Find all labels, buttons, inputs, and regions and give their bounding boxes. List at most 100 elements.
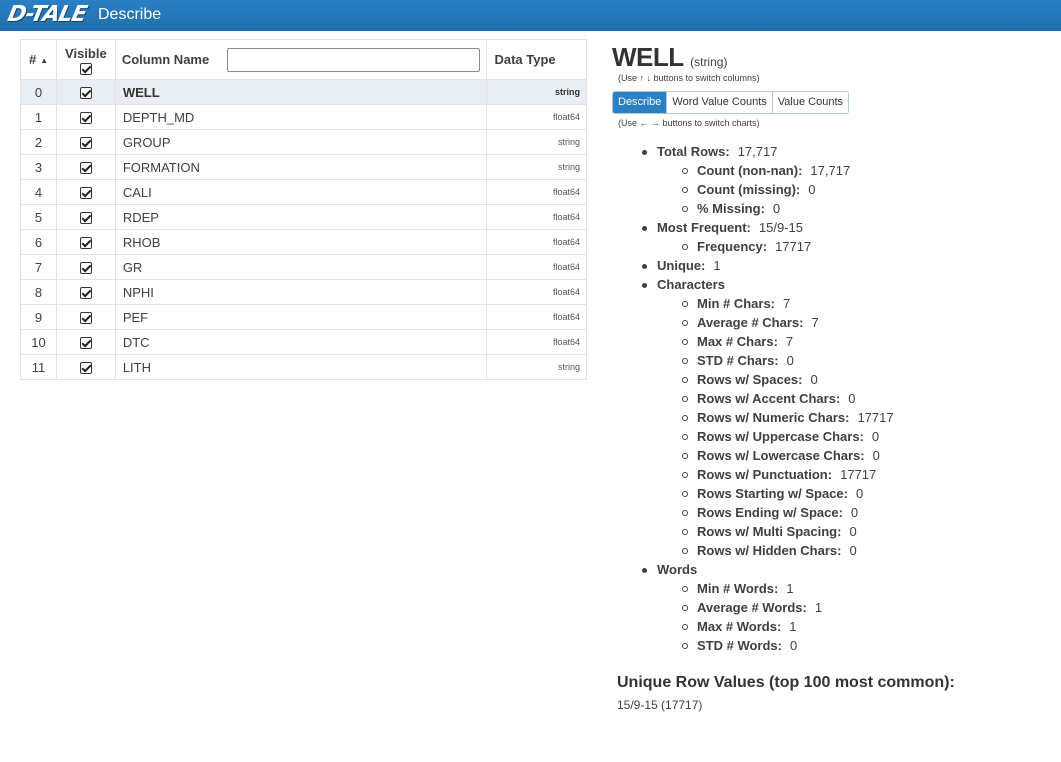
bullet-icon (682, 415, 688, 421)
stat-item: STD # Words: 0 (612, 636, 1052, 655)
bullet-icon (682, 339, 688, 345)
sort-asc-icon: ▲ (40, 56, 49, 65)
visible-checkbox[interactable] (79, 312, 92, 325)
switch-charts-hint: (Use ← → buttons to switch charts) (618, 118, 760, 128)
row-column-name[interactable]: CALI (114, 179, 488, 205)
row-data-type: float64 (486, 229, 587, 255)
visible-checkbox[interactable] (79, 112, 92, 125)
row-column-name[interactable]: RHOB (114, 229, 488, 255)
toggle-all-visible-checkbox[interactable] (79, 63, 92, 76)
stat-label: Max # Chars: (697, 334, 778, 349)
visible-checkbox[interactable] (79, 337, 92, 350)
row-column-name[interactable]: GR (114, 254, 488, 280)
table-row[interactable]: 5 RDEP float64 (20, 204, 587, 230)
dtype-column-header: Data Type (486, 39, 587, 80)
tab-describe[interactable]: Describe (613, 92, 668, 113)
visible-checkbox[interactable] (79, 237, 92, 250)
stat-label: STD # Chars: (697, 353, 779, 368)
table-row[interactable]: 11 LITH string (20, 354, 587, 380)
row-column-name[interactable]: GROUP (114, 129, 488, 155)
table-row[interactable]: 8 NPHI float64 (20, 279, 587, 305)
stat-value: 17,717 (737, 144, 778, 159)
describe-stats-list: Total Rows: 17,717 Count (non-nan): 17,717 C… (612, 142, 1052, 655)
row-index: 0 (20, 79, 57, 105)
visible-checkbox[interactable] (79, 212, 92, 225)
row-column-name[interactable]: DEPTH_MD (114, 104, 488, 130)
row-data-type: string (486, 154, 587, 180)
stat-value: 0 (810, 372, 818, 387)
stat-value: 17,717 (810, 163, 851, 178)
stat-label: Count (missing): (697, 182, 801, 197)
table-row[interactable]: 4 CALI float64 (20, 179, 587, 205)
stat-item: Words (612, 560, 1052, 579)
dtale-logo[interactable]: D-TALE (5, 2, 88, 27)
stat-value: 1 (786, 581, 794, 596)
stat-item: Max # Words: 1 (612, 617, 1052, 636)
visible-checkbox[interactable] (79, 87, 92, 100)
row-visible-cell (55, 179, 116, 205)
visible-checkbox[interactable] (79, 287, 92, 300)
bullet-icon (642, 150, 647, 155)
visible-checkbox[interactable] (79, 137, 92, 150)
column-name-filter-input[interactable] (227, 47, 481, 72)
table-row[interactable]: 0 WELL string (20, 79, 587, 105)
row-column-name[interactable]: PEF (114, 304, 488, 330)
table-row[interactable]: 10 DTC float64 (20, 329, 587, 355)
row-column-name[interactable]: LITH (114, 354, 488, 380)
stat-value: 0 (871, 429, 880, 444)
tab-word-value-counts[interactable]: Word Value Counts (667, 92, 773, 113)
stat-label: Rows w/ Numeric Chars: (697, 410, 850, 425)
table-row[interactable]: 9 PEF float64 (20, 304, 587, 330)
bullet-icon (682, 624, 688, 630)
table-row[interactable]: 6 RHOB float64 (20, 229, 587, 255)
bullet-icon (682, 586, 688, 592)
index-column-header[interactable]: # ▲ (20, 39, 57, 80)
stat-item: Average # Words: 1 (612, 598, 1052, 617)
stat-label: Characters (657, 277, 725, 292)
row-index: 5 (20, 204, 57, 230)
row-column-name[interactable]: DTC (114, 329, 488, 355)
visible-header-label: Visible (65, 45, 107, 61)
bullet-icon (682, 491, 688, 497)
row-visible-cell (55, 229, 116, 255)
stat-item: Total Rows: 17,717 (612, 142, 1052, 161)
stat-label: Total Rows: (657, 144, 730, 159)
visible-checkbox[interactable] (79, 262, 92, 275)
details-heading: WELL (string) (612, 42, 1052, 73)
visible-checkbox[interactable] (79, 187, 92, 200)
stat-value: 0 (872, 448, 880, 463)
stat-label: Min # Words: (697, 581, 779, 596)
table-row[interactable]: 3 FORMATION string (20, 154, 587, 180)
visible-checkbox[interactable] (79, 162, 92, 175)
stat-label: Rows w/ Punctuation: (697, 467, 833, 482)
table-row[interactable]: 2 GROUP string (20, 129, 587, 155)
stat-value: 17717 (840, 467, 877, 482)
row-column-name[interactable]: WELL (114, 79, 488, 105)
row-visible-cell (55, 354, 116, 380)
table-row[interactable]: 7 GR float64 (20, 254, 587, 280)
selected-column-name: WELL (612, 42, 684, 72)
table-header-row: # ▲ Visible Column Name Data Type (20, 39, 587, 80)
stat-value: 0 (855, 486, 864, 501)
row-visible-cell (55, 204, 116, 230)
stat-item: Rows w/ Hidden Chars: 0 (612, 541, 1052, 560)
stat-label: Max # Words: (697, 619, 782, 634)
row-column-name[interactable]: NPHI (114, 279, 488, 305)
columns-table: # ▲ Visible Column Name Data Type 0 WELL st… (20, 39, 587, 380)
stat-value: 0 (786, 353, 794, 368)
bullet-icon (682, 510, 688, 516)
stat-item: Min # Chars: 7 (612, 294, 1052, 313)
row-visible-cell (55, 79, 116, 105)
table-row[interactable]: 1 DEPTH_MD float64 (20, 104, 587, 130)
stat-value: 0 (849, 524, 857, 539)
row-column-name[interactable]: RDEP (114, 204, 488, 230)
index-header-label: # (29, 52, 37, 67)
stat-value: 0 (808, 182, 816, 197)
visible-checkbox[interactable] (79, 362, 92, 375)
tab-value-counts[interactable]: Value Counts (772, 92, 848, 113)
stat-item: Rows w/ Multi Spacing: 0 (612, 522, 1052, 541)
row-column-name[interactable]: FORMATION (114, 154, 488, 180)
stat-label: Rows Starting w/ Space: (697, 486, 848, 501)
bullet-icon (642, 283, 647, 288)
top-navbar: D-TALE Describe (0, 0, 1061, 31)
